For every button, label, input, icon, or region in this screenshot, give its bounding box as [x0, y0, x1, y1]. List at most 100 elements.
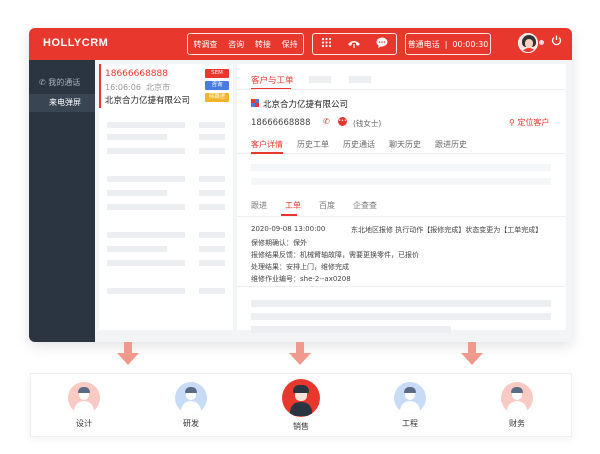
user-avatar[interactable]: [518, 33, 538, 53]
placeholder-bar: [349, 76, 371, 83]
keypad-icon[interactable]: [321, 37, 332, 51]
panel-title[interactable]: 客户与工单: [251, 74, 294, 86]
record-line: 保修期确认：保外: [251, 239, 307, 247]
tab-customer-details[interactable]: 客户详情: [251, 139, 283, 150]
customer-phone: 18666668888: [251, 118, 311, 128]
record-line: 维修作业编号：she-2--ax0208: [251, 275, 351, 283]
placeholder-bar: [199, 204, 225, 210]
call-mode-label[interactable]: 普通电话: [404, 39, 444, 50]
top-bar: HOLLYCRM 转调查 咨询 转接 保持 普通电话 | 00:00:30: [29, 28, 572, 60]
chat-icon[interactable]: [376, 37, 388, 51]
team-label: 财务: [509, 419, 525, 428]
tab-baidu[interactable]: 百度: [319, 200, 335, 211]
placeholder-bar: [107, 134, 167, 140]
customer-panel: 客户与工单 北京合力亿捷有限公司 18666668888 ✆ ••• (钱女士)…: [237, 64, 566, 333]
active-tab-indicator: [251, 152, 283, 154]
tag-badge: 咨询: [205, 81, 229, 90]
placeholder-bar: [251, 313, 551, 320]
placeholder-bar: [107, 288, 185, 294]
placeholder-bar: [107, 232, 185, 238]
transfer-button[interactable]: 转接: [251, 39, 275, 50]
detail-tabs: 客户详情 历史工单 历史通话 聊天历史 跟进历史: [251, 139, 467, 150]
call-list-item[interactable]: 18666668888 16:06:06 北京市 北京合力亿捷有限公司 SEM …: [99, 64, 233, 108]
call-icon[interactable]: ✆: [323, 117, 330, 126]
sidebar-item-label: 来电弹屏: [49, 98, 81, 107]
team-label: 研发: [183, 419, 199, 428]
caller-phone: 18666668888: [105, 69, 168, 79]
company-icon: [251, 99, 259, 107]
placeholder-bar: [251, 178, 551, 185]
sidebar-item-label: 我的通话: [48, 78, 81, 87]
call-status-group: 普通电话 | 00:00:30: [405, 33, 491, 55]
placeholder-bar: [199, 190, 225, 196]
placeholder-bar: [107, 122, 185, 128]
team-label: 设计: [76, 419, 92, 428]
call-time-city: 16:06:06 北京市: [105, 83, 171, 92]
placeholder-bar: [199, 288, 225, 294]
caller-company: 北京合力亿捷有限公司: [105, 96, 191, 106]
consult-button[interactable]: 咨询: [224, 39, 248, 50]
locate-label: 定位客户: [517, 118, 550, 127]
placeholder-bar: [107, 190, 167, 196]
avatar: [68, 382, 100, 414]
team-rnd[interactable]: 研发: [161, 382, 221, 429]
contact-name: (钱女士): [353, 119, 382, 128]
phone-controls-group: [312, 33, 397, 55]
tab-chat-history[interactable]: 聊天历史: [389, 139, 421, 150]
placeholder-bar: [251, 164, 551, 171]
hold-button[interactable]: 保持: [278, 39, 302, 50]
divider: [237, 216, 566, 217]
company-name: 北京合力亿捷有限公司: [263, 100, 349, 110]
phone-icon: ✆: [39, 78, 49, 87]
placeholder-bar: [199, 246, 225, 252]
placeholder-bar: [199, 148, 225, 154]
record-line: 处理结果：安排上门，维修完成: [251, 263, 349, 271]
team-panel: 设计 研发 销售 工程 财务: [30, 373, 572, 437]
tab-followup[interactable]: 跟进: [251, 200, 267, 211]
placeholder-bar: [199, 232, 225, 238]
tab-history-calls[interactable]: 历史通话: [343, 139, 375, 150]
brand-logo: HOLLYCRM: [43, 37, 109, 49]
status-indicator: [539, 40, 544, 45]
placeholder-bar: [309, 76, 331, 83]
team-engineering[interactable]: 工程: [380, 382, 440, 429]
team-finance[interactable]: 财务: [487, 382, 547, 429]
placeholder-bar: [107, 246, 167, 252]
placeholder-bar: [199, 260, 225, 266]
transfer-survey-button[interactable]: 转调查: [189, 39, 221, 50]
crm-window: HOLLYCRM 转调查 咨询 转接 保持 普通电话 | 00:00:30 ✆ …: [29, 28, 572, 342]
placeholder-bar: [107, 204, 185, 210]
tab-followup-history[interactable]: 跟进历史: [435, 139, 467, 150]
placeholder-bar: [107, 176, 185, 182]
team-sales[interactable]: 销售: [271, 379, 331, 432]
call-timer: 00:00:30: [452, 39, 489, 49]
hangup-icon[interactable]: [347, 38, 361, 51]
avatar: [282, 379, 320, 417]
placeholder-bar: [199, 134, 225, 140]
divider: [237, 286, 566, 287]
locate-customer-button[interactable]: ⚲ 定位客户: [509, 117, 549, 128]
record-line: 报修结果反馈：机械臂轴故障，需要更换零件，已报价: [251, 251, 419, 259]
tab-qichacha[interactable]: 企查查: [353, 200, 377, 211]
placeholder-bar: [107, 260, 185, 266]
avatar: [394, 382, 426, 414]
avatar: [501, 382, 533, 414]
tab-history-tickets[interactable]: 历史工单: [297, 139, 329, 150]
team-label: 工程: [402, 419, 418, 428]
message-icon[interactable]: •••: [338, 117, 347, 126]
sidebar: ✆ 我的通话 来电弹屏: [29, 60, 95, 342]
tab-ticket[interactable]: 工单: [285, 200, 301, 211]
placeholder-bar: [251, 300, 551, 307]
divider: [237, 89, 566, 90]
team-design[interactable]: 设计: [54, 382, 114, 429]
record-datetime: 2020-09-08 13:00:00: [251, 225, 326, 233]
power-icon[interactable]: [551, 35, 562, 49]
sidebar-item-screen-pop[interactable]: 来电弹屏: [29, 94, 95, 112]
sidebar-item-my-calls[interactable]: ✆ 我的通话: [29, 74, 95, 92]
avatar: [175, 382, 207, 414]
team-label: 销售: [293, 422, 309, 431]
down-arrow-icon: [289, 342, 311, 366]
placeholder-bar: [199, 122, 225, 128]
tag-badge: 待跟进: [205, 93, 229, 102]
placeholder-bar: [251, 326, 451, 333]
